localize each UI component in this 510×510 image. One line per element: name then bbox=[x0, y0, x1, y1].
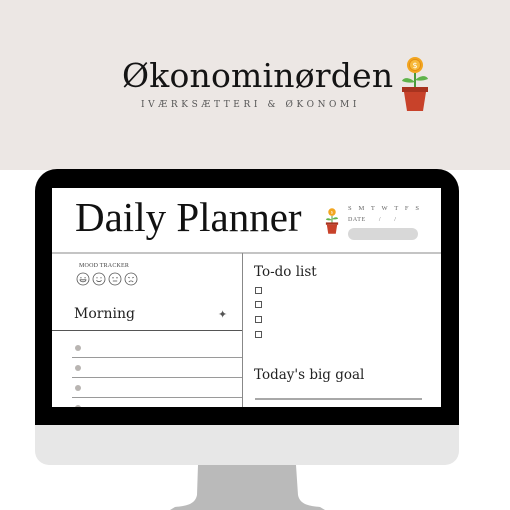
todo-checkbox[interactable] bbox=[255, 331, 262, 338]
date-label: DATE bbox=[348, 217, 366, 223]
money-plant-icon: $ bbox=[402, 57, 428, 111]
todo-checkbox[interactable] bbox=[255, 316, 262, 323]
date-separator: / bbox=[394, 217, 397, 223]
todo-checkbox[interactable] bbox=[255, 287, 262, 294]
big-goal-heading: Today's big goal bbox=[254, 367, 365, 383]
header-divider bbox=[52, 252, 441, 254]
bullet-icon bbox=[75, 385, 81, 391]
brand-header: Økonominørden IVÆRKSÆTTERI & ØKONOMI $ bbox=[0, 0, 510, 170]
sad-face-icon[interactable] bbox=[124, 272, 138, 286]
morning-item[interactable] bbox=[72, 378, 242, 398]
morning-item[interactable] bbox=[72, 358, 242, 378]
date-input[interactable] bbox=[348, 228, 418, 240]
column-divider bbox=[242, 253, 243, 407]
big-goal-input[interactable] bbox=[255, 398, 422, 400]
morning-item[interactable] bbox=[72, 398, 242, 407]
planner-screen: Daily Planner $ S M T W T F S DATE / / M… bbox=[52, 188, 441, 407]
money-plant-icon: $ bbox=[325, 208, 339, 234]
morning-divider bbox=[52, 330, 242, 331]
date-row: DATE / / bbox=[348, 217, 397, 223]
monitor-stand bbox=[170, 465, 325, 510]
mood-tracker bbox=[76, 272, 138, 286]
smiling-face-icon[interactable] bbox=[92, 272, 106, 286]
planner-title: Daily Planner bbox=[75, 194, 302, 240]
bullet-icon bbox=[75, 405, 81, 407]
todo-checkbox[interactable] bbox=[255, 301, 262, 308]
morning-heading: Morning bbox=[74, 306, 135, 322]
mood-tracker-label: MOOD TRACKER bbox=[79, 263, 130, 269]
neutral-face-icon[interactable] bbox=[108, 272, 122, 286]
morning-item[interactable] bbox=[72, 338, 242, 358]
bullet-icon bbox=[75, 365, 81, 371]
monitor-chin bbox=[35, 425, 459, 465]
bullet-icon bbox=[75, 345, 81, 351]
laughing-face-icon[interactable] bbox=[76, 272, 90, 286]
todo-heading: To-do list bbox=[254, 264, 317, 280]
brand-tagline: IVÆRKSÆTTERI & ØKONOMI bbox=[141, 100, 361, 110]
weekday-selector[interactable]: S M T W T F S bbox=[348, 205, 422, 212]
svg-text:$: $ bbox=[412, 61, 417, 70]
brand-title: Økonominørden bbox=[122, 56, 394, 95]
plus-sparkle-icon[interactable]: ✦ bbox=[218, 308, 227, 321]
date-separator: / bbox=[378, 217, 382, 223]
